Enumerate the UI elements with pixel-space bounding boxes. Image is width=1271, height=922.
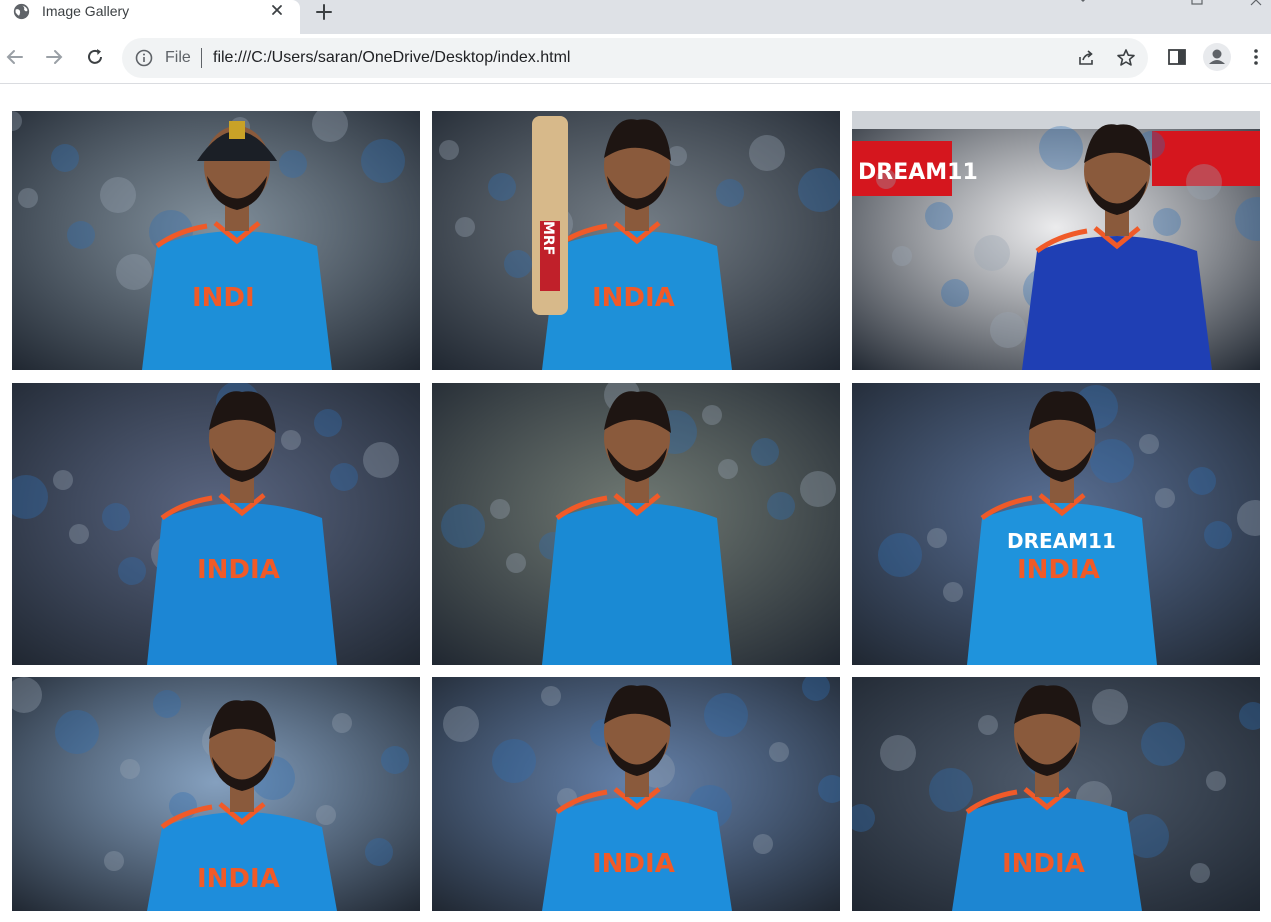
gallery-photo-2[interactable]: INDIA MRF [432,111,840,370]
plus-icon[interactable] [313,1,335,23]
sponsor-text: MRF [540,221,556,255]
gallery-photo-5[interactable] [432,383,840,665]
sponsor-text: DREAM11 [858,160,978,185]
gallery-photo-4[interactable]: INDIA [12,383,420,665]
tab-image-gallery[interactable]: Image Gallery [0,0,300,34]
address-bar[interactable]: File file:///C:/Users/saran/OneDrive/Des… [122,38,1148,78]
url-text[interactable]: file:///C:/Users/saran/OneDrive/Desktop/… [213,49,570,67]
profile-icon[interactable] [1203,43,1231,71]
gallery-photo-6[interactable]: INDIA DREAM11 [852,383,1260,665]
reload-icon[interactable] [84,46,106,68]
tab-strip: Image Gallery [0,0,1271,34]
back-arrow-icon[interactable] [4,46,26,68]
tab-title: Image Gallery [42,3,130,19]
jersey-text: INDIA [592,849,675,879]
gallery-photo-7[interactable]: INDIA [12,677,420,911]
gallery-photo-3[interactable]: DREAM11 [852,111,1260,370]
jersey-text: INDIA [592,283,675,313]
close-icon[interactable] [268,1,286,19]
jersey-text: INDIA [197,864,280,894]
side-panel-icon[interactable] [1167,47,1187,67]
window-close-icon[interactable] [1249,0,1263,6]
chevron-down-icon[interactable] [1076,0,1090,6]
omnibox-divider [201,48,202,68]
globe-icon [13,3,30,20]
jersey-text: INDIA [1002,849,1085,879]
jersey-text: INDIA [197,555,280,585]
jersey-text: INDIA [1017,555,1100,585]
share-icon[interactable] [1076,48,1096,68]
gallery-photo-8[interactable]: INDIA [432,677,840,911]
info-icon[interactable] [135,49,153,67]
sponsor-text: DREAM11 [1007,529,1116,553]
browser-toolbar: File file:///C:/Users/saran/OneDrive/Des… [0,34,1271,84]
forward-arrow-icon[interactable] [43,46,65,68]
gallery-photo-1[interactable]: INDI [12,111,420,370]
kebab-menu-icon[interactable] [1249,47,1263,67]
star-icon[interactable] [1116,48,1136,68]
scheme-label: File [165,49,191,66]
restore-icon[interactable] [1190,0,1204,6]
jersey-text: INDI [192,283,255,313]
gallery-photo-9[interactable]: INDIA [852,677,1260,911]
